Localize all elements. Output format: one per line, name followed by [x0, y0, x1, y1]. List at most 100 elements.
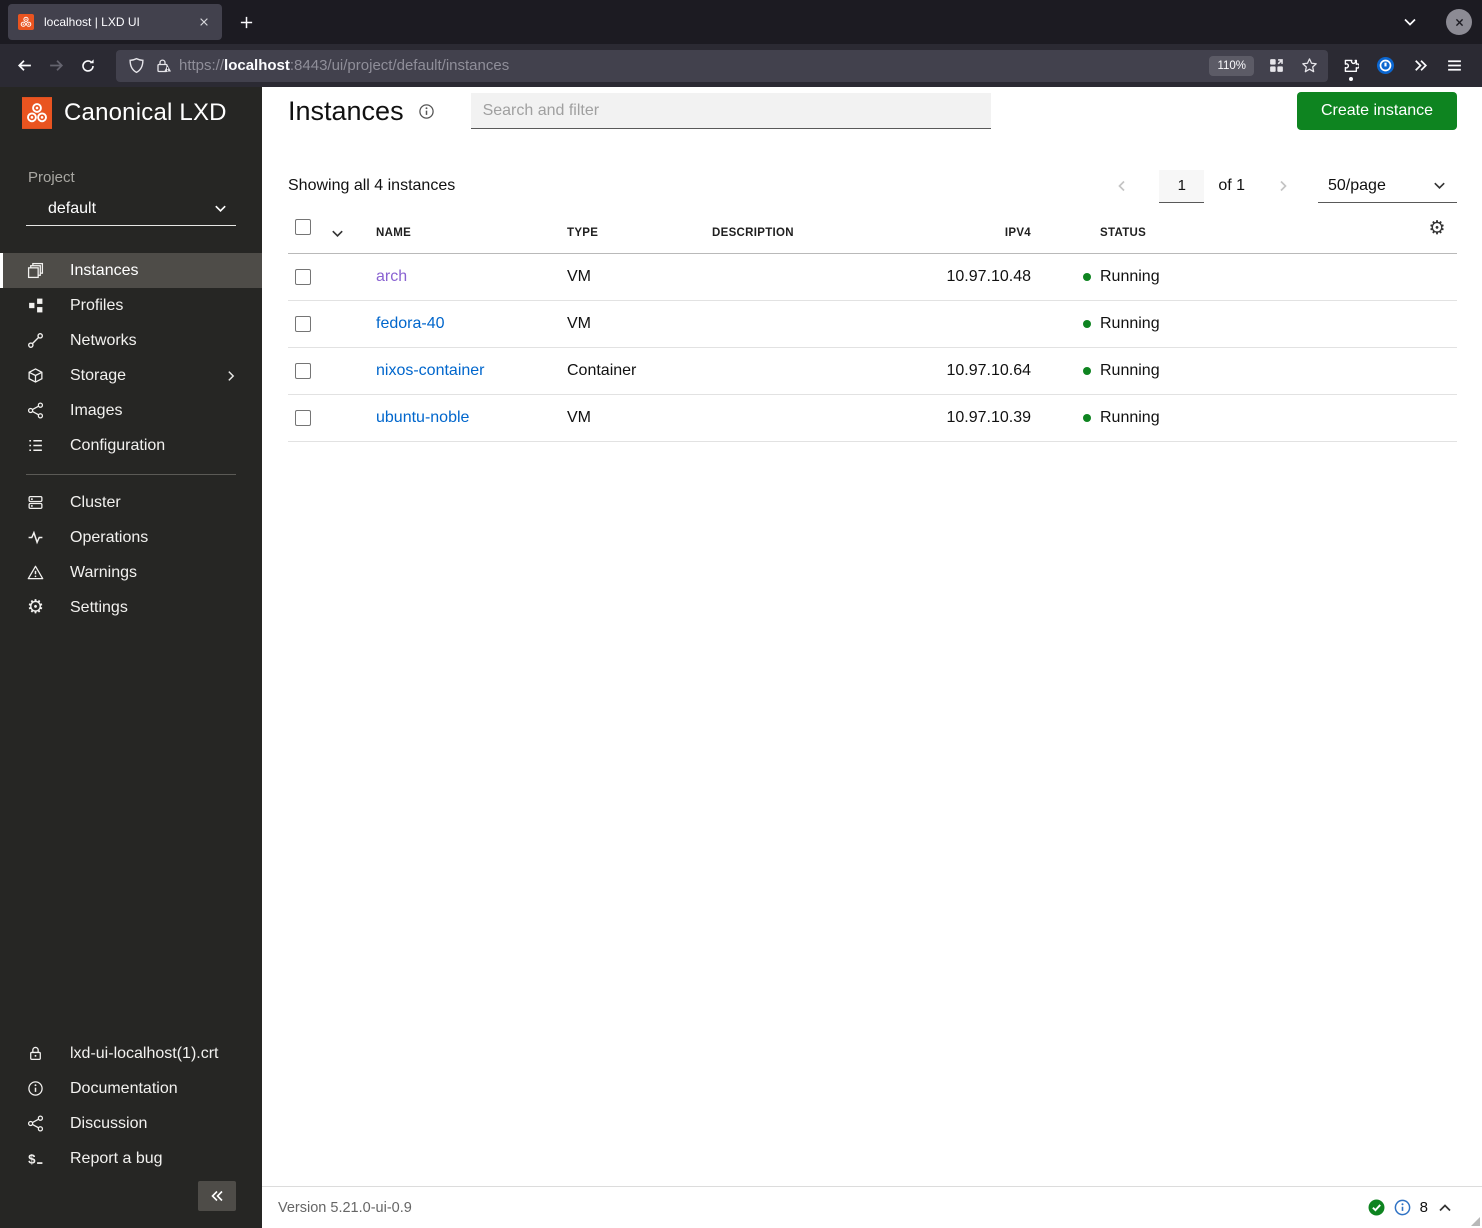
forward-icon[interactable]: [40, 50, 72, 82]
instance-status: Running: [1100, 268, 1160, 285]
status-dot: [1083, 273, 1091, 281]
sidebar-item-images[interactable]: Images: [0, 393, 262, 428]
table-row: ubuntu-noble VM 10.97.10.39 Running: [288, 395, 1457, 442]
row-checkbox[interactable]: [294, 410, 311, 426]
url-bar[interactable]: https://localhost:8443/ui/project/defaul…: [116, 49, 1328, 82]
page-size-select[interactable]: 50/page: [1318, 170, 1457, 203]
grid-arrow-icon[interactable]: [1268, 57, 1285, 74]
column-header-type[interactable]: TYPE: [567, 212, 712, 253]
success-check-icon: [1368, 1199, 1385, 1216]
gear-icon: ⚙: [26, 597, 45, 618]
column-header-description[interactable]: DESCRIPTION: [712, 212, 911, 253]
instances-icon: [27, 262, 44, 279]
sidebar-item-label: Settings: [70, 598, 128, 616]
select-menu-chevron-icon[interactable]: [317, 212, 358, 253]
sidebar-item-settings[interactable]: ⚙ Settings: [0, 590, 262, 625]
sidebar-item-warnings[interactable]: Warnings: [0, 555, 262, 590]
chevron-right-icon[interactable]: [224, 369, 238, 383]
instance-type: VM: [567, 315, 591, 332]
table-header-row: NAME TYPE DESCRIPTION IPV4 STATUS ⚙: [288, 212, 1457, 254]
pagination: of 1 50/page: [1112, 169, 1457, 203]
configuration-icon: [27, 437, 44, 454]
instance-link[interactable]: arch: [376, 268, 407, 285]
sidebar-item-profiles[interactable]: Profiles: [0, 288, 262, 323]
row-checkbox[interactable]: [294, 316, 311, 332]
sidebar-collapse-button[interactable]: [198, 1181, 236, 1211]
tab-title: localhost | LXD UI: [44, 15, 140, 29]
extensions-puzzle-icon[interactable]: [1342, 57, 1359, 81]
instance-status: Running: [1100, 409, 1160, 426]
sidebar-item-documentation[interactable]: Documentation: [0, 1071, 262, 1106]
sidebar-item-cluster[interactable]: Cluster: [0, 485, 262, 520]
onepassword-icon[interactable]: [1376, 56, 1395, 75]
column-settings-gear-icon[interactable]: ⚙: [1417, 212, 1457, 253]
sidebar-item-label: Warnings: [70, 563, 137, 581]
column-header-ipv4[interactable]: IPV4: [911, 212, 1031, 253]
sidebar-divider: [26, 474, 236, 475]
row-checkbox[interactable]: [294, 269, 311, 285]
column-header-name[interactable]: NAME: [358, 212, 567, 253]
back-icon[interactable]: [8, 50, 40, 82]
project-selected-value: default: [48, 199, 97, 217]
table-row: nixos-container Container 10.97.10.64 Ru…: [288, 348, 1457, 395]
sidebar-item-label: Configuration: [70, 436, 166, 454]
warning-triangle-icon: [27, 564, 44, 581]
operations-count: 8: [1419, 1199, 1428, 1216]
zoom-level-badge[interactable]: 110%: [1209, 55, 1254, 76]
previous-page-icon[interactable]: [1112, 176, 1132, 196]
select-all-checkbox[interactable]: [294, 219, 311, 235]
share-icon: [27, 1115, 44, 1132]
results-summary: Showing all 4 instances: [288, 177, 456, 194]
browser-tab-bar: localhost | LXD UI: [0, 0, 1482, 44]
row-checkbox[interactable]: [294, 363, 311, 379]
lxd-sidebar: Canonical LXD Project default Instances: [0, 87, 262, 1228]
brand-title: Canonical LXD: [64, 99, 227, 126]
page-number-input[interactable]: [1159, 169, 1205, 203]
tab-close-icon[interactable]: [194, 12, 214, 32]
sidebar-item-label: Networks: [70, 331, 137, 349]
next-page-icon[interactable]: [1273, 176, 1293, 196]
search-input[interactable]: [470, 93, 991, 129]
list-all-tabs-icon[interactable]: [1402, 14, 1418, 30]
instance-link[interactable]: fedora-40: [376, 315, 445, 332]
title-info-icon[interactable]: [418, 103, 435, 120]
sidebar-item-networks[interactable]: Networks: [0, 323, 262, 358]
operations-icon: [27, 529, 44, 546]
sidebar-item-configuration[interactable]: Configuration: [0, 428, 262, 463]
sidebar-item-label: Instances: [70, 261, 139, 279]
overflow-chevrons-icon[interactable]: [1412, 57, 1429, 74]
create-instance-button[interactable]: Create instance: [1297, 92, 1457, 130]
window-resize-grip[interactable]: [1471, 1217, 1480, 1226]
instance-ipv4: 10.97.10.48: [946, 268, 1031, 285]
browser-tab[interactable]: localhost | LXD UI: [8, 4, 222, 40]
bookmark-star-icon[interactable]: [1301, 57, 1318, 74]
sidebar-item-operations[interactable]: Operations: [0, 520, 262, 555]
column-header-status[interactable]: STATUS: [1031, 212, 1417, 253]
chevron-down-icon: [1432, 178, 1447, 193]
window-close-button[interactable]: [1446, 9, 1472, 35]
instance-link[interactable]: ubuntu-noble: [376, 409, 469, 426]
instance-type: VM: [567, 268, 591, 285]
url-scheme: https://: [179, 57, 225, 74]
chevron-down-icon: [213, 201, 228, 216]
chevron-up-icon[interactable]: [1437, 1200, 1453, 1216]
sidebar-item-certificate[interactable]: lxd-ui-localhost(1).crt: [0, 1036, 262, 1071]
sidebar-item-instances[interactable]: Instances: [0, 253, 262, 288]
sidebar-item-storage[interactable]: Storage: [0, 358, 262, 393]
sidebar-item-label: Cluster: [70, 493, 121, 511]
project-selector[interactable]: default: [26, 192, 236, 226]
instance-status: Running: [1100, 362, 1160, 379]
lxd-favicon: [18, 14, 34, 30]
url-host: localhost: [224, 57, 290, 74]
reload-icon[interactable]: [72, 50, 104, 82]
new-tab-button[interactable]: [234, 10, 258, 34]
menu-hamburger-icon[interactable]: [1446, 57, 1463, 74]
shield-icon[interactable]: [128, 57, 145, 74]
sidebar-item-report-bug[interactable]: $ Report a bug: [0, 1141, 262, 1176]
sidebar-item-discussion[interactable]: Discussion: [0, 1106, 262, 1141]
instance-link[interactable]: nixos-container: [376, 362, 485, 379]
lock-warning-icon[interactable]: [155, 58, 171, 74]
instance-status: Running: [1100, 315, 1160, 332]
sidebar-item-label: lxd-ui-localhost(1).crt: [70, 1044, 219, 1062]
info-circle-icon[interactable]: [1394, 1199, 1411, 1216]
